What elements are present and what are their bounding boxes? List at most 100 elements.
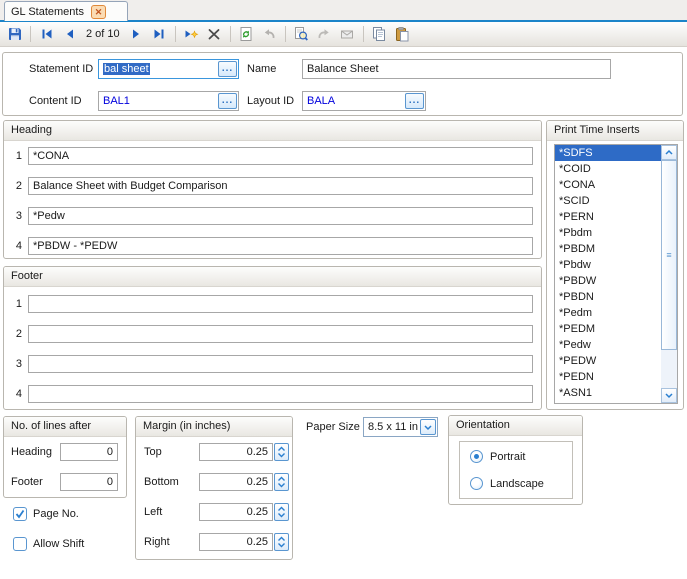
heading-line-2-field[interactable]: Balance Sheet with Budget Comparison [28, 177, 533, 195]
list-item[interactable]: *PEDM [555, 321, 661, 337]
chevron-down-icon [277, 482, 286, 488]
print-time-inserts-group: Print Time Inserts *SDFS *COID *CONA *SC… [546, 120, 684, 410]
portrait-radio[interactable] [470, 450, 483, 463]
margin-bottom-spinner[interactable] [274, 473, 289, 491]
page-no-checkbox[interactable] [13, 507, 27, 521]
new-record-button[interactable] [180, 24, 203, 45]
list-item[interactable]: *PBDM [555, 241, 661, 257]
heading-line-3-field[interactable]: *Pedw [28, 207, 533, 225]
refresh-button[interactable] [235, 24, 258, 45]
footer-line-3-field[interactable] [28, 355, 533, 373]
margin-bottom-field[interactable]: 0.25 [199, 473, 273, 491]
go-icon [316, 26, 332, 42]
margin-top-spinner[interactable] [274, 443, 289, 461]
list-item[interactable]: *Pbdm [555, 225, 661, 241]
print-time-inserts-title: Print Time Inserts [547, 121, 683, 141]
page-no-label: Page No. [33, 507, 79, 521]
margin-right-spinner[interactable] [274, 533, 289, 551]
undo-icon [261, 26, 277, 42]
tab-gl-statements[interactable]: GL Statements ✕ [4, 1, 128, 21]
list-item[interactable]: *CONA [555, 177, 661, 193]
toolbar: 2 of 10 [0, 22, 687, 47]
list-item[interactable]: *PEDW [555, 353, 661, 369]
print-time-inserts-list: *SDFS *COID *CONA *SCID *PERN *Pbdm *PBD… [554, 144, 678, 404]
lines-after-footer-label: Footer [11, 473, 43, 491]
tab-close-icon[interactable]: ✕ [91, 5, 106, 19]
footer-group-title: Footer [4, 267, 541, 287]
list-item[interactable]: *PERN [555, 209, 661, 225]
footer-line-1-field[interactable] [28, 295, 533, 313]
list-item[interactable]: *COID [555, 161, 661, 177]
heading-row-number: 2 [8, 177, 22, 195]
vertical-scrollbar[interactable]: ≡ [661, 145, 677, 403]
paste-button[interactable] [391, 24, 414, 45]
last-record-button[interactable] [148, 24, 171, 45]
footer-row-number: 3 [8, 355, 22, 373]
list-item[interactable]: *SDFS [555, 145, 661, 161]
lines-after-heading-field[interactable]: 0 [60, 443, 118, 461]
save-button[interactable] [3, 24, 26, 45]
statement-id-field[interactable]: bal sheet ... [98, 59, 239, 79]
content-id-field[interactable]: BAL1 ... [98, 91, 239, 111]
list-item[interactable]: *Pedm [555, 305, 661, 321]
statement-id-selected-text: bal sheet [103, 63, 150, 75]
margin-bottom-label: Bottom [144, 473, 179, 491]
first-record-button[interactable] [35, 24, 58, 45]
scrollbar-thumb[interactable]: ≡ [661, 160, 677, 350]
list-item[interactable]: *SCID [555, 193, 661, 209]
list-item[interactable]: *PEDN [555, 369, 661, 385]
margin-left-spinner[interactable] [274, 503, 289, 521]
allow-shift-checkbox[interactable] [13, 537, 27, 551]
print-preview-button[interactable] [290, 24, 313, 45]
heading-group: Heading 1 *CONA 2 Balance Sheet with Bud… [3, 120, 542, 259]
footer-line-4-field[interactable] [28, 385, 533, 403]
print-preview-icon [293, 26, 309, 42]
scroll-up-button[interactable] [661, 145, 677, 160]
next-record-button[interactable] [125, 24, 148, 45]
layout-id-lookup-button[interactable]: ... [405, 93, 424, 109]
paper-size-combo[interactable]: 8.5 x 11 in [363, 417, 438, 437]
footer-line-2-field[interactable] [28, 325, 533, 343]
lines-after-group: No. of lines after Heading 0 Footer 0 [3, 416, 127, 498]
statement-id-lookup-button[interactable]: ... [218, 61, 237, 77]
first-record-icon [39, 26, 55, 42]
save-icon [7, 26, 23, 42]
landscape-radio[interactable] [470, 477, 483, 490]
next-record-icon [128, 26, 144, 42]
lines-after-heading-label: Heading [11, 443, 52, 461]
chevron-down-icon [423, 424, 433, 431]
scroll-down-button[interactable] [661, 388, 677, 403]
content-id-lookup-button[interactable]: ... [218, 93, 237, 109]
previous-record-icon [62, 26, 78, 42]
undo-button[interactable] [258, 24, 281, 45]
footer-row-number: 2 [8, 325, 22, 343]
list-item[interactable]: *PBDW [555, 273, 661, 289]
list-item[interactable]: *Pedw [555, 337, 661, 353]
layout-id-field[interactable]: BALA ... [302, 91, 426, 111]
paper-size-dropdown-button[interactable] [420, 419, 436, 435]
heading-line-1-field[interactable]: *CONA [28, 147, 533, 165]
chevron-down-icon [277, 512, 286, 518]
previous-record-button[interactable] [58, 24, 81, 45]
orientation-options-box: Portrait Landscape [459, 441, 573, 499]
refresh-icon [238, 26, 254, 42]
lines-after-footer-field[interactable]: 0 [60, 473, 118, 491]
copy-button[interactable] [368, 24, 391, 45]
name-field[interactable]: Balance Sheet [302, 59, 611, 79]
print-time-inserts-items: *SDFS *COID *CONA *SCID *PERN *Pbdm *PBD… [555, 145, 661, 403]
list-item[interactable]: *ASN1 [555, 385, 661, 401]
landscape-label: Landscape [490, 477, 544, 491]
delete-record-button[interactable] [203, 24, 226, 45]
margin-left-field[interactable]: 0.25 [199, 503, 273, 521]
list-item[interactable]: *Pbdw [555, 257, 661, 273]
paper-size-label: Paper Size [306, 417, 360, 437]
heading-line-4-field[interactable]: *PBDW - *PEDW [28, 237, 533, 255]
heading-row-number: 3 [8, 207, 22, 225]
list-item[interactable]: *PBDN [555, 289, 661, 305]
name-label: Name [247, 59, 276, 79]
margin-top-field[interactable]: 0.25 [199, 443, 273, 461]
layout-id-label: Layout ID [247, 91, 294, 111]
email-button[interactable] [336, 24, 359, 45]
go-button[interactable] [313, 24, 336, 45]
margin-right-field[interactable]: 0.25 [199, 533, 273, 551]
